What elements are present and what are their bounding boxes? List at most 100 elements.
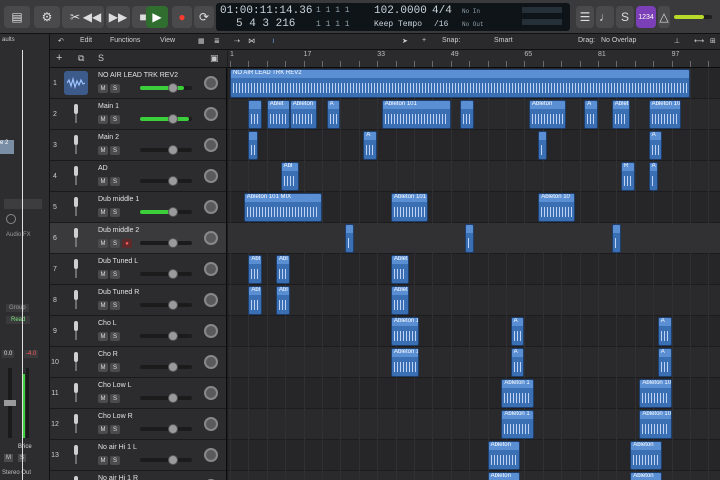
volume-slider[interactable] [140, 179, 192, 183]
audio-region[interactable]: Ablet [611, 100, 631, 129]
track-header[interactable]: 10 Cho R MS [50, 347, 226, 378]
audio-region[interactable]: Ableton 10 [639, 410, 672, 439]
volume-knob[interactable] [168, 176, 178, 186]
audio-region[interactable]: Ableton 1 [391, 348, 419, 377]
settings-icon[interactable]: ⚙ [34, 6, 60, 28]
track-name[interactable]: Cho R [98, 351, 118, 358]
audio-region[interactable]: Ableton 10 [648, 100, 681, 129]
volume-knob[interactable] [168, 362, 178, 372]
global-solo-icon[interactable]: S [98, 53, 104, 63]
cycle-icon[interactable]: ⟳ [194, 6, 214, 28]
vertical-zoom-icon[interactable]: ⊞ [710, 37, 716, 45]
pan-knob[interactable] [204, 169, 218, 183]
track-name[interactable]: Cho Low L [98, 382, 131, 389]
solo-button[interactable]: S [110, 456, 120, 465]
link-icon[interactable] [6, 214, 16, 224]
audio-region[interactable]: A [510, 317, 525, 346]
track-name[interactable]: NO AIR LEAD TRK REV2 [98, 72, 178, 79]
track-name[interactable]: Dub middle 2 [98, 227, 139, 234]
audio-region[interactable]: Ableton [630, 441, 663, 470]
volume-knob[interactable] [168, 393, 178, 403]
audio-region[interactable]: R [621, 162, 635, 191]
metronome-icon[interactable]: △ [658, 6, 670, 28]
add-track-icon[interactable]: + [56, 52, 62, 64]
audio-region[interactable]: A [657, 317, 672, 346]
audio-region[interactable]: Ablet [391, 255, 410, 284]
audio-region[interactable]: Abl [248, 286, 263, 315]
pan-knob[interactable] [204, 448, 218, 462]
tuner-icon[interactable]: ♩ [596, 6, 614, 28]
audio-region[interactable]: Abl [248, 255, 263, 284]
volume-slider[interactable] [140, 427, 192, 431]
fast-forward-button[interactable]: ▶▶ [106, 6, 130, 28]
volume-slider[interactable] [140, 241, 192, 245]
mute-button[interactable]: M [98, 456, 108, 465]
track-lane[interactable] [228, 161, 720, 192]
audio-region[interactable]: Ableton 101 [381, 100, 451, 129]
library-icon[interactable]: ▤ [4, 6, 30, 28]
audio-region[interactable]: A [648, 131, 663, 160]
pan-knob[interactable] [204, 262, 218, 276]
track-lane[interactable] [228, 130, 720, 161]
play-button[interactable]: ▶ [146, 6, 168, 28]
audio-region[interactable]: Ableton 101 [391, 193, 428, 222]
audio-region[interactable]: Ablet [391, 286, 410, 315]
solo-button[interactable]: S [110, 146, 120, 155]
lcd-display[interactable]: 01:00:11:14.36 5 4 3 216 1 1 1 1 1 1 1 1… [216, 3, 570, 31]
track-lane[interactable] [228, 347, 720, 378]
solo-button[interactable]: S [110, 332, 120, 341]
mute-button[interactable]: M [98, 394, 108, 403]
edit-menu[interactable]: Edit [80, 37, 92, 44]
audio-region[interactable]: Ableton 101 MIX [243, 193, 322, 222]
solo-button[interactable]: S [110, 301, 120, 310]
playhead[interactable] [22, 50, 23, 480]
audio-region[interactable] [248, 131, 258, 160]
volume-knob[interactable] [168, 83, 178, 93]
solo-button[interactable]: S [110, 84, 120, 93]
audio-region[interactable]: Ablet [266, 100, 290, 129]
pan-knob[interactable] [204, 200, 218, 214]
volume-slider[interactable] [140, 396, 192, 400]
volume-knob[interactable] [168, 114, 178, 124]
audio-region[interactable]: Ableton 1 [501, 379, 534, 408]
track-name[interactable]: Cho L [98, 320, 117, 327]
master-volume-slider[interactable] [674, 15, 712, 19]
eq-slot[interactable] [4, 199, 42, 209]
audio-region[interactable] [611, 224, 621, 253]
volume-knob[interactable] [168, 424, 178, 434]
volume-knob[interactable] [168, 207, 178, 217]
track-lane[interactable] [228, 316, 720, 347]
pan-knob[interactable] [204, 417, 218, 431]
tempo-mode[interactable]: Keep Tempo [374, 20, 422, 29]
track-header[interactable]: 3 Main 2 MS [50, 130, 226, 161]
grid-view-icon[interactable]: ▦ [198, 37, 205, 45]
pan-knob[interactable] [204, 76, 218, 90]
pan-knob[interactable] [204, 355, 218, 369]
audio-region[interactable]: Abl [280, 162, 299, 191]
volume-knob[interactable] [168, 269, 178, 279]
view-menu[interactable]: View [160, 37, 175, 44]
pan-knob[interactable] [204, 324, 218, 338]
drag-value[interactable]: No Overlap [601, 37, 636, 44]
track-header[interactable]: 6 Dub middle 2 M S ● [50, 223, 226, 254]
track-header[interactable]: 14No air Hi 1 RMS [50, 471, 226, 480]
mute-button[interactable]: M [98, 301, 108, 310]
audio-region[interactable]: Ableton [529, 100, 566, 129]
audio-region[interactable] [460, 100, 474, 129]
count-in-badge[interactable]: 1234 [636, 6, 656, 28]
track-header[interactable]: 12 Cho Low R MS [50, 409, 226, 440]
audio-region[interactable]: Ableton [487, 472, 520, 480]
volume-slider[interactable] [140, 86, 192, 90]
track-lane[interactable] [228, 285, 720, 316]
volume-slider[interactable] [140, 117, 192, 121]
volume-knob[interactable] [168, 238, 178, 248]
track-name[interactable]: Dub Tuned L [98, 258, 138, 265]
track-name[interactable]: Cho Low R [98, 413, 133, 420]
rewind-button[interactable]: ◀◀ [80, 6, 104, 28]
link-toggle-icon[interactable]: ⋈ [248, 37, 255, 45]
mute-button[interactable]: M [98, 177, 108, 186]
time-signature[interactable]: 4/4 [432, 5, 452, 17]
audio-region[interactable]: Ableton [487, 441, 520, 470]
volume-knob[interactable] [168, 455, 178, 465]
audio-region[interactable]: A [657, 348, 672, 377]
